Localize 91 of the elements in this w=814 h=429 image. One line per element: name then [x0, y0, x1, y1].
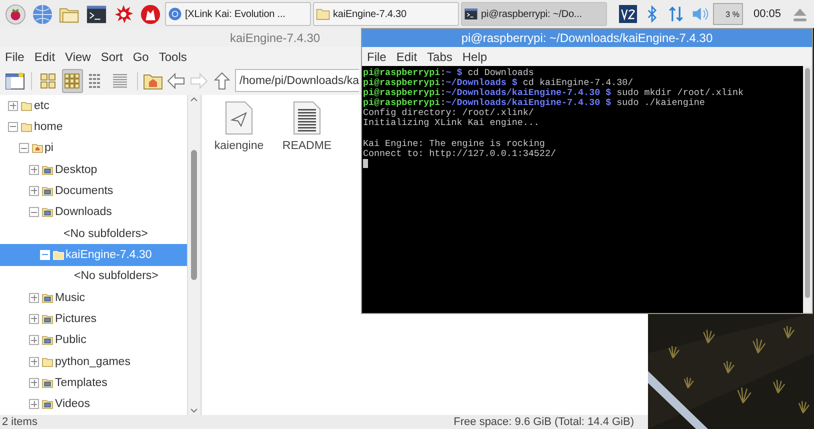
view-mode-button[interactable] [62, 68, 83, 92]
terminal-cursor [363, 158, 368, 168]
up-icon[interactable] [212, 70, 232, 90]
menu-item[interactable]: File [5, 50, 24, 64]
special-folder-icon [42, 207, 53, 218]
folder-icon [316, 7, 330, 21]
expand-icon[interactable] [29, 335, 39, 346]
large-icons-view-icon [40, 72, 56, 88]
tree-item[interactable]: Desktop [0, 158, 187, 180]
text-file-icon [292, 101, 322, 135]
terminal-line: pi@raspberrypi:~/Downloads/kaiEngine-7.4.30 $ sudo ./kaiengine [363, 98, 706, 108]
terminal-line: Connect to: http://127.0.0.1:34522/ [363, 148, 557, 159]
tree-item[interactable]: Music [0, 286, 187, 308]
tree-item[interactable]: Videos [0, 394, 187, 415]
cpu-monitor: 3 % [713, 3, 744, 25]
remote-desktop-icon[interactable] [619, 4, 638, 24]
file-entry[interactable]: README [282, 101, 332, 152]
starburst-icon[interactable] [113, 4, 134, 24]
empty-folder-note: <No subfolders> [73, 269, 160, 284]
menu-item[interactable]: Sort [100, 50, 123, 64]
path-field[interactable]: /home/pi/Downloads/ka [235, 69, 360, 92]
tree-item[interactable]: pi [0, 138, 187, 159]
icon-grid-view-icon [64, 72, 80, 88]
scroll-up-icon[interactable] [189, 95, 199, 104]
clock: 00:05 [753, 8, 781, 20]
file-entry[interactable]: kaiengine [214, 101, 264, 152]
tree-item[interactable]: home [0, 116, 187, 138]
special-folder-icon [42, 164, 53, 175]
folder-icon [21, 122, 32, 132]
new-window-icon[interactable] [5, 70, 25, 90]
collapse-icon[interactable] [18, 143, 28, 154]
menu-item[interactable]: Help [462, 50, 488, 64]
free-space-text: Free space: 9.6 GiB (Total: 14.4 GiB) [454, 416, 634, 428]
expand-icon[interactable] [29, 356, 39, 367]
folder-icon [52, 250, 64, 260]
menu-item[interactable]: Go [132, 50, 149, 64]
expand-icon[interactable] [29, 164, 39, 175]
tree-item[interactable]: python_games [0, 350, 187, 372]
status-text: 2 items [2, 416, 38, 428]
browser-icon [168, 7, 182, 21]
collapse-icon[interactable] [29, 207, 39, 218]
terminal-line: Kai Engine: The engine is rocking [363, 138, 546, 149]
menu-item[interactable]: File [367, 50, 386, 64]
tree-item[interactable]: Templates [0, 372, 187, 394]
menu-item[interactable]: Edit [396, 50, 418, 64]
tree-item[interactable]: Documents [0, 180, 187, 202]
expand-icon[interactable] [8, 100, 18, 111]
tree-item[interactable]: Downloads [0, 202, 187, 223]
home-folder-icon [32, 143, 42, 154]
menu-item[interactable]: Edit [34, 50, 56, 64]
menu-item[interactable]: Tools [158, 50, 187, 64]
special-folder-icon [42, 335, 53, 346]
tree-item[interactable]: Pictures [0, 308, 187, 330]
network-icon[interactable] [667, 4, 686, 24]
terminal-icon[interactable] [86, 4, 107, 24]
terminal-line: pi@raspberrypi:~/Downloads/kaiEngine-7.4.30 $ sudo mkdir /root/.xlink [363, 88, 744, 98]
raspberry-menu-icon[interactable] [5, 4, 26, 24]
scrollbar-thumb[interactable] [805, 68, 810, 298]
empty-folder-note: <No subfolders> [62, 226, 149, 242]
window-title: pi@raspberrypi: ~/Downloads/kaiEngine-7.4.30 [362, 29, 812, 47]
scroll-down-icon[interactable] [189, 406, 199, 415]
folder-icon [21, 100, 32, 111]
expand-icon[interactable] [29, 378, 39, 388]
terminal-line: pi@raspberrypi:~/Downloads $ cd kaiEngine-7.4.30/ [363, 78, 634, 88]
special-folder-icon [42, 292, 53, 303]
expand-icon[interactable] [29, 186, 39, 196]
globe-icon[interactable] [32, 4, 53, 24]
terminal-line: pi@raspberrypi:~ $ cd Downloads [363, 68, 535, 78]
special-folder-icon [42, 186, 53, 196]
taskbar-button[interactable]: kaiEngine-7.4.30 [313, 2, 459, 26]
collapse-icon[interactable] [8, 122, 18, 132]
taskbar-button[interactable]: [XLink Kai: Evolution ... [165, 2, 311, 26]
expand-icon[interactable] [29, 292, 39, 303]
list-view-icon [112, 72, 128, 88]
terminal-icon [464, 7, 478, 21]
paper-plane-file-icon [224, 101, 254, 135]
tree-item[interactable]: Public [0, 330, 187, 351]
folder-icon [42, 356, 53, 367]
special-folder-icon [42, 399, 53, 410]
taskbar-button[interactable]: pi@raspberrypi: ~/Do... [461, 2, 607, 26]
special-folder-icon [42, 378, 53, 388]
menu-item[interactable]: View [65, 50, 91, 64]
menu-item[interactable]: Tabs [427, 50, 452, 64]
terminal-line: Config directory: /root/.xlink/ [363, 108, 534, 118]
tree-item[interactable]: etc [0, 95, 187, 116]
expand-icon[interactable] [29, 314, 39, 324]
back-icon[interactable] [166, 70, 186, 90]
terminal-line: Initializing XLink Kai engine... [363, 118, 540, 129]
expand-icon[interactable] [29, 399, 39, 410]
special-folder-icon [42, 314, 53, 324]
scrollbar-thumb[interactable] [191, 150, 197, 280]
